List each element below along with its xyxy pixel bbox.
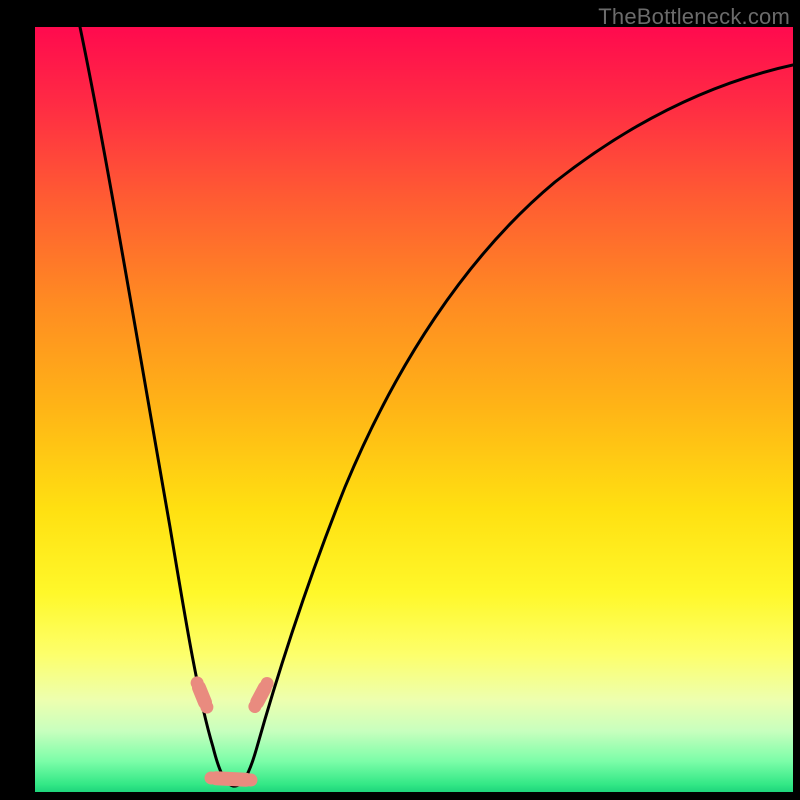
range-marker-bottom (204, 771, 258, 788)
bottleneck-curve (80, 27, 793, 786)
plot-area (35, 27, 793, 792)
curve-layer (35, 27, 793, 792)
chart-frame: TheBottleneck.com (0, 0, 800, 800)
watermark-text: TheBottleneck.com (598, 4, 790, 30)
range-marker-left-top (188, 674, 216, 715)
